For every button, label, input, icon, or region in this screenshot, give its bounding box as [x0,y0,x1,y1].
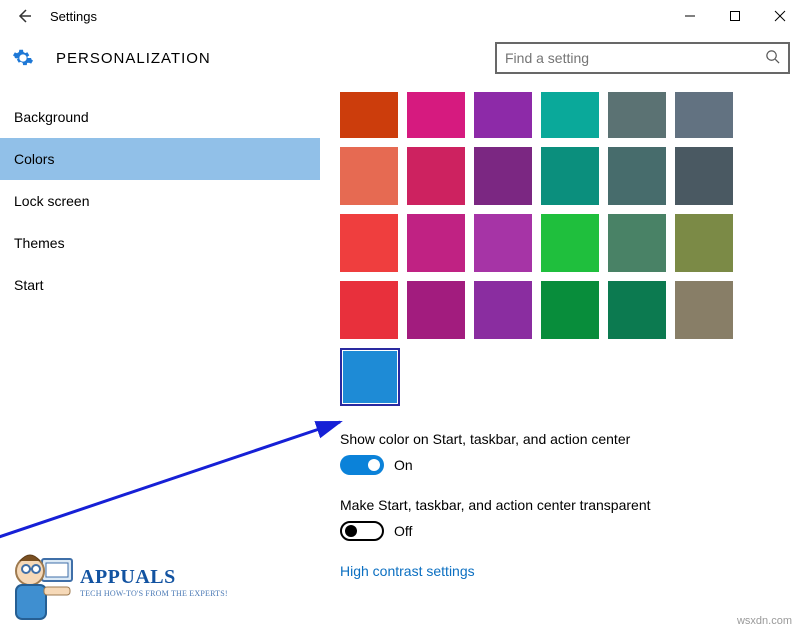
search-input[interactable] [505,50,765,66]
transparency-label: Make Start, taskbar, and action center t… [340,497,792,513]
back-button[interactable] [10,2,38,30]
titlebar: Settings [0,0,802,32]
appuals-tagline: TECH HOW-TO'S FROM THE EXPERTS! [80,589,228,598]
color-swatch[interactable] [608,281,666,339]
close-button[interactable] [757,0,802,32]
color-swatch[interactable] [474,92,532,138]
gear-icon [12,47,34,69]
color-swatch[interactable] [474,214,532,272]
appuals-brand: APPUALS [80,566,228,589]
color-swatch[interactable] [541,281,599,339]
search-icon [765,49,780,67]
sidebar-item-colors[interactable]: Colors [0,138,320,180]
maximize-button[interactable] [712,0,757,32]
transparency-toggle[interactable] [340,521,384,541]
color-swatch[interactable] [407,92,465,138]
show-color-toggle-row: On [340,455,792,475]
show-color-label: Show color on Start, taskbar, and action… [340,431,792,447]
color-swatch[interactable] [474,281,532,339]
selected-color-swatch[interactable] [340,348,400,406]
color-swatch[interactable] [407,281,465,339]
header-row: PERSONALIZATION [0,32,802,92]
color-swatch[interactable] [407,214,465,272]
sidebar-item-themes[interactable]: Themes [0,222,320,264]
color-swatch[interactable] [541,214,599,272]
color-swatch[interactable] [608,214,666,272]
color-swatch[interactable] [608,92,666,138]
color-swatch[interactable] [340,92,398,138]
color-swatch[interactable] [541,92,599,138]
watermark: wsxdn.com [737,615,792,627]
page-title: PERSONALIZATION [56,50,211,67]
high-contrast-link[interactable]: High contrast settings [340,563,792,579]
color-swatch[interactable] [340,147,398,205]
color-swatch[interactable] [675,281,733,339]
sidebar-item-start[interactable]: Start [0,264,320,306]
window-controls [667,0,802,32]
color-swatch[interactable] [608,147,666,205]
color-swatch[interactable] [675,147,733,205]
color-swatch[interactable] [675,214,733,272]
appuals-badge: APPUALS TECH HOW-TO'S FROM THE EXPERTS! [6,537,228,627]
color-swatch[interactable] [675,92,733,138]
color-swatch[interactable] [340,281,398,339]
color-swatch-grid [340,92,792,339]
search-box[interactable] [495,42,790,74]
window-title: Settings [50,9,97,24]
transparency-toggle-row: Off [340,521,792,541]
sidebar-item-lock-screen[interactable]: Lock screen [0,180,320,222]
color-swatch[interactable] [474,147,532,205]
sidebar-item-background[interactable]: Background [0,96,320,138]
color-swatch[interactable] [340,214,398,272]
show-color-toggle[interactable] [340,455,384,475]
content: Show color on Start, taskbar, and action… [320,92,802,625]
color-swatch[interactable] [407,147,465,205]
show-color-state: On [394,457,413,473]
transparency-state: Off [394,523,412,539]
color-swatch[interactable] [541,147,599,205]
minimize-button[interactable] [667,0,712,32]
